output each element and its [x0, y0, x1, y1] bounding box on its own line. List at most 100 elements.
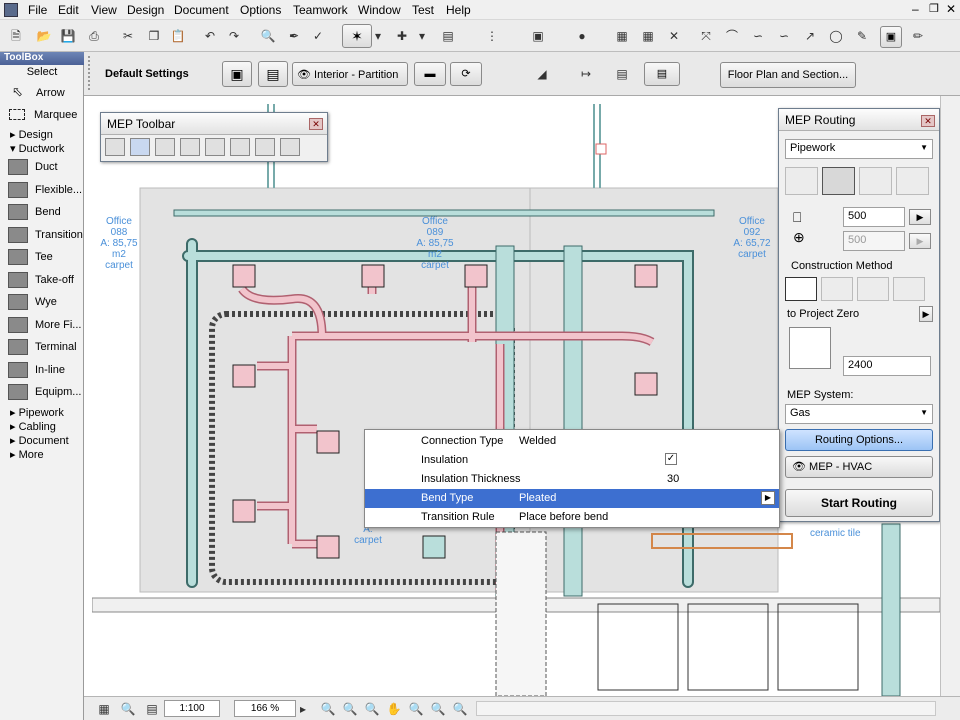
eyedropper-icon[interactable]: ✒	[284, 26, 304, 46]
width-input[interactable]: 500	[843, 207, 905, 227]
project-zero-arrow-button[interactable]: ▶	[919, 306, 933, 322]
redo-icon[interactable]: ↷	[224, 26, 244, 46]
layer-combo-icon[interactable]: ▤	[142, 699, 162, 719]
menu-view[interactable]: View	[91, 3, 117, 17]
arrow-diagonal-icon[interactable]	[857, 277, 889, 301]
pipework-group[interactable]: ▸ Pipework	[10, 406, 64, 419]
save-icon[interactable]: 💾	[58, 26, 78, 46]
geometry-method-button[interactable]: ⟳	[450, 62, 482, 86]
menu-options[interactable]: Options	[240, 3, 281, 17]
pan-icon[interactable]: ✋	[384, 699, 404, 719]
bend-type-row[interactable]: Bend Type Pleated ▶	[365, 489, 779, 508]
minimize-icon[interactable]: –	[912, 2, 919, 16]
sphere-route-icon[interactable]	[896, 167, 929, 195]
zoom-fit-icon[interactable]: 🔍	[118, 699, 138, 719]
settings-icon[interactable]	[280, 138, 300, 156]
pen-icon[interactable]: ✎	[852, 26, 872, 46]
menu-teamwork[interactable]: Teamwork	[293, 3, 348, 17]
new-file-icon[interactable]: 🗎	[6, 26, 26, 46]
mep-hvac-layer-button[interactable]: 👁 MEP - HVAC	[785, 456, 933, 478]
print-icon[interactable]: ⎙	[84, 26, 104, 46]
ductwork-group[interactable]: ▾ Ductwork	[10, 142, 64, 155]
ductwork-tool-bend[interactable]: Bend	[0, 201, 84, 223]
curve-icon[interactable]: ↗	[800, 26, 820, 46]
menu-test[interactable]: Test	[412, 3, 434, 17]
arrow-tool[interactable]: ⬁ Arrow	[0, 83, 84, 103]
stair-icon[interactable]: ▦	[612, 26, 632, 46]
fill-icon[interactable]: ◢	[532, 64, 552, 84]
branch-icon[interactable]	[180, 138, 200, 156]
hatch-icon[interactable]: ▤	[612, 64, 632, 84]
arrow-up-icon[interactable]	[821, 277, 853, 301]
zoom-prev-icon[interactable]: 🔍	[406, 699, 426, 719]
cube-icon[interactable]: ▣	[528, 26, 548, 46]
settings-dialog-button[interactable]: ▣	[222, 61, 252, 87]
straight-route-icon[interactable]	[785, 167, 818, 195]
trace-button[interactable]: ✶	[342, 24, 372, 48]
ductwork-tool-tee[interactable]: Tee	[0, 246, 84, 268]
find-select-icon[interactable]: 🔍	[258, 26, 278, 46]
document-group[interactable]: ▸ Document	[10, 434, 69, 447]
syringe-icon[interactable]: ✓	[308, 26, 328, 46]
cross-icon[interactable]: ✕	[664, 26, 684, 46]
ductwork-tool-terminal[interactable]: Terminal	[0, 336, 84, 358]
elevation-input[interactable]: 2400	[843, 356, 931, 376]
horizontal-scrollbar[interactable]	[476, 701, 936, 716]
arrow-right-icon[interactable]	[785, 277, 817, 301]
ductwork-tool-equipm[interactable]: Equipm...	[0, 381, 84, 403]
snap-icon[interactable]: ✚	[392, 26, 412, 46]
ductwork-tool-flexible[interactable]: Flexible...	[0, 179, 84, 201]
routing-options-button[interactable]: Routing Options...	[785, 429, 933, 451]
anchor-point-grid[interactable]	[789, 327, 831, 369]
table-icon[interactable]: ▦	[638, 26, 658, 46]
paint-icon[interactable]	[255, 138, 275, 156]
offset-icon[interactable]: ∽	[774, 26, 794, 46]
insulation-thickness-row[interactable]: Insulation Thickness 30	[365, 470, 779, 489]
layer-settings-button[interactable]: ▤	[258, 61, 288, 87]
crosshair-route-icon[interactable]	[822, 167, 855, 195]
menu-window[interactable]: Window	[358, 3, 401, 17]
routing-icon[interactable]	[130, 138, 150, 156]
rotate-icon[interactable]	[893, 277, 925, 301]
width-arrow-button[interactable]: ▶	[909, 209, 931, 225]
height-arrow-button[interactable]: ▶	[909, 233, 931, 249]
vertical-scrollbar[interactable]	[940, 96, 960, 696]
zoom-next-icon[interactable]: 🔍	[428, 699, 448, 719]
window-arrange-button[interactable]: ▣	[880, 26, 902, 48]
system-type-select[interactable]: Pipework ▼	[785, 139, 933, 159]
zoom-area-icon[interactable]: 🔍	[340, 699, 360, 719]
height-input[interactable]: 500	[843, 231, 905, 251]
pin-icon[interactable]: ●	[572, 26, 592, 46]
mep-routing-title[interactable]: MEP Routing	[779, 109, 939, 131]
undo-icon[interactable]: ↶	[200, 26, 220, 46]
open-folder-icon[interactable]: 📂	[34, 26, 54, 46]
close-icon[interactable]: ✕	[946, 2, 956, 16]
mep-system-select[interactable]: Gas ▼	[785, 404, 933, 424]
more-group[interactable]: ▸ More	[10, 448, 44, 461]
copy-icon[interactable]: ❐	[144, 26, 164, 46]
restore-icon[interactable]: ❐	[929, 2, 939, 15]
transition-rule-row[interactable]: Transition Rule Place before bend	[365, 508, 779, 527]
snap-dropdown-icon[interactable]: ▾	[416, 26, 428, 46]
duct-icon[interactable]	[155, 138, 175, 156]
zoom-in-icon[interactable]: 🔍	[318, 699, 338, 719]
row-arrow-button[interactable]: ▶	[761, 491, 775, 505]
zoom-dropdown-icon[interactable]: ▸	[296, 699, 310, 719]
scale-field[interactable]: 1:100	[164, 700, 220, 717]
info-box-handle[interactable]	[88, 56, 94, 90]
zoom-out-icon[interactable]: 🔍	[362, 699, 382, 719]
floor-plan-section-button[interactable]: Floor Plan and Section...	[720, 62, 856, 88]
ductwork-tool-inline[interactable]: In-line	[0, 359, 84, 381]
line-type-button[interactable]: ▬	[414, 62, 446, 86]
mep-toolbar-title[interactable]: MEP Toolbar	[101, 113, 327, 135]
cut-icon[interactable]: ✂	[118, 26, 138, 46]
round-route-icon[interactable]	[859, 167, 892, 195]
layer-icon[interactable]: ▤	[438, 26, 458, 46]
menu-edit[interactable]: Edit	[58, 3, 79, 17]
tag-icon[interactable]	[230, 138, 250, 156]
menu-document[interactable]: Document	[174, 3, 229, 17]
pattern-button[interactable]: ▤	[644, 62, 680, 86]
insulation-checkbox[interactable]: ✓	[665, 453, 677, 465]
connection-type-row[interactable]: Connection Type Welded	[365, 432, 779, 451]
design-group[interactable]: ▸ Design	[10, 128, 53, 141]
